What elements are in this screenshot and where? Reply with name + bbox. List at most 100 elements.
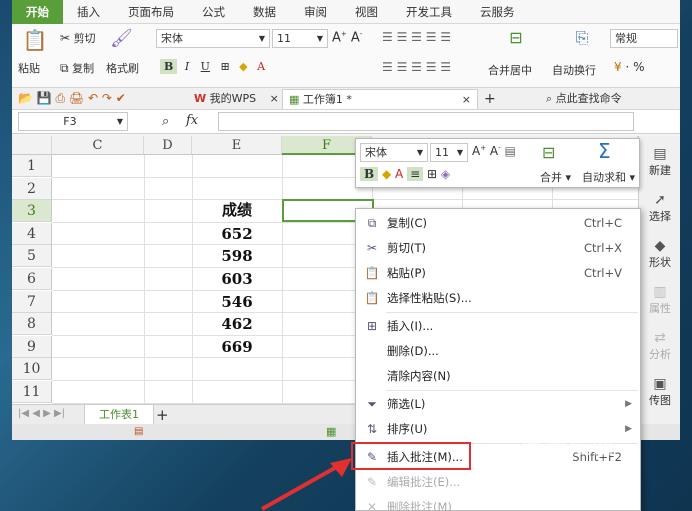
font-size-select[interactable]: 11 ▼ [272, 29, 328, 48]
fill-color-icon[interactable]: ◆ [236, 59, 250, 74]
merge-center-button[interactable]: ⊟ [502, 28, 530, 47]
menu-item[interactable]: 📋 粘贴(P) Ctrl+V [356, 261, 640, 286]
row-header[interactable]: 11 [12, 381, 52, 403]
mini-eraser-icon[interactable]: ◈ [441, 167, 450, 181]
fx-label[interactable]: fx [186, 113, 198, 128]
tab-page-layout[interactable]: 页面布局 [114, 0, 188, 24]
mini-merge-button[interactable]: 合并 ▾ [540, 169, 571, 185]
tab-developer[interactable]: 开发工具 [392, 0, 466, 24]
font-color-icon[interactable]: A [254, 59, 268, 74]
row-header[interactable]: 10 [12, 358, 52, 381]
mini-font-size[interactable]: 11 ▼ [430, 143, 468, 162]
align-horizontal-icons[interactable]: ☰ ☰ ☰ ☰ ☰ [382, 60, 451, 74]
tab-formulas[interactable]: 公式 [188, 0, 239, 24]
shape-icon: ◆ [654, 238, 666, 254]
panel-select[interactable]: ➚ 选择 [639, 192, 680, 224]
workbook-tab[interactable]: ▦ 工作簿1 * × [282, 89, 478, 109]
row-header[interactable]: 7 [12, 290, 52, 313]
mini-align-icon[interactable]: ≡ [407, 167, 424, 181]
view-normal-icon[interactable]: ▦ [326, 425, 336, 438]
menu-item[interactable]: 清除内容(N) [356, 364, 640, 389]
cut-button[interactable]: ✂ 剪切 [60, 30, 96, 46]
copy-button[interactable]: ⧉ 复制 [60, 60, 94, 76]
mini-font-name[interactable]: 宋体 ▼ [360, 143, 428, 162]
pointer-arrow [261, 458, 352, 511]
underline-button[interactable]: U [197, 59, 214, 74]
tab-data[interactable]: 数据 [239, 0, 290, 24]
menu-item[interactable]: ⧉ 复制(C) Ctrl+C [356, 211, 640, 236]
number-format-select[interactable]: 常规 [610, 29, 678, 48]
score-cell[interactable]: 652 [192, 223, 282, 245]
wrap-text-button[interactable]: ⎘ [568, 28, 596, 48]
delete-comment-icon: ✕ [366, 500, 378, 511]
font-grow-button[interactable]: A+ A- [332, 30, 362, 45]
wps-home-tab[interactable]: W 我的WPS × [188, 89, 285, 109]
new-tab-button[interactable]: + [478, 89, 502, 109]
menu-item-label: 粘贴(P) [387, 266, 426, 280]
paste-button[interactable]: 📋 [20, 28, 50, 52]
menu-item[interactable]: 删除(D)... [356, 339, 640, 364]
mini-border-icon[interactable]: ⊞ [427, 167, 437, 181]
menu-item[interactable]: ✕ 删除批注(M) [356, 495, 640, 511]
italic-button[interactable]: I [181, 59, 193, 74]
mini-merge-icon[interactable]: ⊟ [542, 143, 555, 162]
align-top-icons[interactable]: ☰ ☰ ☰ ☰ ☰ [382, 30, 451, 44]
row-header[interactable]: 2 [12, 177, 52, 200]
mini-bold-button[interactable]: B [360, 167, 379, 181]
format-painter-button[interactable]: 🖌 [110, 28, 133, 49]
tab-view[interactable]: 视图 [341, 0, 392, 24]
row-header[interactable]: 9 [12, 335, 52, 358]
sigma-icon[interactable]: Σ [598, 139, 611, 163]
row-header[interactable]: 1 [12, 155, 52, 177]
menu-item[interactable]: ⏷ 筛选(L) ▶ [356, 392, 640, 417]
score-cell[interactable]: 669 [192, 336, 282, 358]
column-header-d[interactable]: D [144, 136, 192, 155]
header-cell-score[interactable]: 成绩 [192, 199, 282, 221]
row-header[interactable]: 5 [12, 245, 52, 268]
score-cell[interactable]: 462 [192, 313, 282, 335]
search-command[interactable]: ⌕ 点此查找命令 [540, 89, 628, 109]
zoom-search-icon[interactable]: ⌕ [162, 114, 169, 129]
bold-button[interactable]: B [160, 59, 178, 74]
percent-button[interactable]: ¥ · % [614, 60, 645, 74]
sheet-nav-icons[interactable]: |◀ ◀ ▶ ▶| [18, 408, 65, 419]
row-header[interactable]: 3 [12, 200, 52, 223]
mini-fill-icon[interactable]: ◆ [382, 167, 391, 181]
tab-review[interactable]: 审阅 [290, 0, 341, 24]
score-cell[interactable]: 598 [192, 245, 282, 267]
tab-insert[interactable]: 插入 [63, 0, 114, 24]
panel-analysis[interactable]: ⇄ 分析 [639, 330, 680, 362]
select-all-corner[interactable] [12, 136, 52, 155]
paste-icon: 📋 [22, 28, 48, 52]
name-box[interactable]: F3 ▼ [18, 112, 128, 131]
mini-format-icon[interactable]: ▤ [504, 144, 515, 158]
row-header[interactable]: 6 [12, 268, 52, 290]
border-icon[interactable]: ⊞ [217, 59, 232, 74]
quick-access-icons[interactable]: 📂 💾 ⎙ 🖨 ↶ ↷ ✔ [18, 91, 126, 106]
panel-upload-image[interactable]: ▣ 传图 [639, 376, 680, 408]
score-cell[interactable]: 603 [192, 268, 282, 290]
menu-item[interactable]: ⊞ 插入(I)... [356, 314, 640, 339]
tab-home[interactable]: 开始 [12, 0, 63, 24]
font-name-select[interactable]: 宋体 ▼ [156, 29, 270, 48]
panel-properties[interactable]: ▥ 属性 [639, 284, 680, 316]
add-sheet-button[interactable]: + [156, 406, 169, 424]
row-header[interactable]: 4 [12, 222, 52, 245]
panel-new[interactable]: ▤ 新建 [639, 146, 680, 178]
close-icon[interactable]: × [270, 92, 279, 105]
tab-cloud[interactable]: 云服务 [466, 0, 529, 24]
mini-font-color-icon[interactable]: A [395, 167, 403, 181]
row-header[interactable]: 8 [12, 313, 52, 336]
column-header-c[interactable]: C [52, 136, 144, 155]
sheet-tab-1[interactable]: 工作表1 [84, 405, 154, 425]
menu-item[interactable]: 📋 选择性粘贴(S)... [356, 286, 640, 311]
score-cell[interactable]: 546 [192, 291, 282, 313]
column-header-e[interactable]: E [192, 136, 282, 155]
mini-autosum-button[interactable]: 自动求和 ▾ [582, 169, 635, 185]
formula-input[interactable] [218, 112, 634, 131]
menu-item[interactable]: ✂ 剪切(T) Ctrl+X [356, 236, 640, 261]
close-icon[interactable]: × [462, 90, 471, 110]
panel-shape[interactable]: ◆ 形状 [639, 238, 680, 270]
mini-font-grow[interactable]: A+ A- ▤ [472, 144, 516, 158]
menu-item-shortcut: Ctrl+C [583, 216, 622, 230]
